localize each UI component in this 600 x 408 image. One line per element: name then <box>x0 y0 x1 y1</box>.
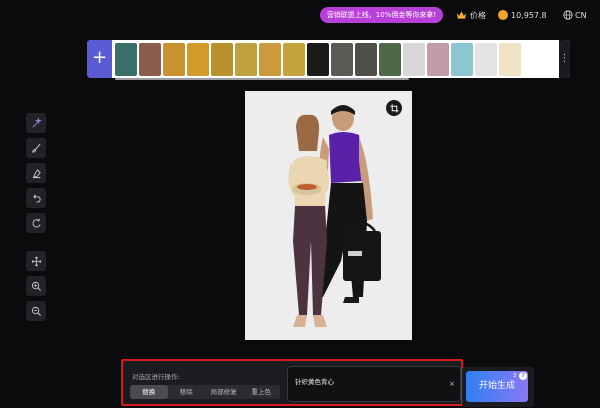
canvas-image[interactable] <box>245 91 412 340</box>
bowl-thumb-1[interactable] <box>451 43 473 76</box>
language-selector[interactable]: CN <box>563 8 587 22</box>
pricing-label: 价格 <box>470 10 486 20</box>
models-photo <box>245 91 412 340</box>
wheat-field-thumb-5[interactable] <box>259 43 281 76</box>
clothing-thumb-1[interactable] <box>331 43 353 76</box>
prompt-input[interactable]: 针织黄色背心 × <box>287 366 461 402</box>
clothing-thumb-2[interactable] <box>355 43 377 76</box>
coin-balance-value: 10,957.8 <box>511 10 547 20</box>
add-image-button[interactable]: + <box>87 40 112 78</box>
clear-icon[interactable]: × <box>449 380 455 388</box>
undo-icon[interactable] <box>26 188 46 208</box>
clothing-thumb-3[interactable] <box>379 43 401 76</box>
prompt-value: 针织黄色背心 <box>295 378 334 386</box>
eraser-icon[interactable] <box>26 163 46 183</box>
tool-group-edit <box>26 113 46 238</box>
tab-replace[interactable]: 替换 <box>130 385 168 399</box>
brush-icon[interactable] <box>26 138 46 158</box>
wheat-field-thumb-1[interactable] <box>163 43 185 76</box>
bowl-thumb-2[interactable] <box>475 43 497 76</box>
clothing-thumb-4[interactable] <box>403 43 425 76</box>
coin-icon <box>498 10 508 20</box>
globe-icon <box>563 10 573 20</box>
crown-icon <box>456 11 467 19</box>
language-label: CN <box>575 10 587 20</box>
clothing-thumb-5[interactable] <box>427 43 449 76</box>
wheat-field-thumb-2[interactable] <box>187 43 209 76</box>
help-icon[interactable]: ? <box>519 372 527 380</box>
woman-standing-thumb[interactable] <box>139 43 161 76</box>
image-strip: + ⋮ <box>87 40 570 78</box>
zoom-in-icon[interactable] <box>26 276 46 296</box>
tab-local-repair[interactable]: 局部修复 <box>205 385 243 399</box>
tab-recolor[interactable]: 重上色 <box>243 385 281 399</box>
plus-icon: + <box>91 47 108 68</box>
magic-select-icon[interactable] <box>26 113 46 133</box>
thumbnail-list <box>115 43 521 76</box>
wheat-field-thumb-4[interactable] <box>235 43 257 76</box>
bowl-thumb-3[interactable] <box>499 43 521 76</box>
strip-scrollbar[interactable] <box>115 78 409 80</box>
wheat-field-thumb-3[interactable] <box>211 43 233 76</box>
wheat-field-thumb-6[interactable] <box>283 43 305 76</box>
calligraphy-thumb[interactable] <box>307 43 329 76</box>
crop-button[interactable] <box>386 100 402 116</box>
redo-icon[interactable] <box>26 213 46 233</box>
more-vertical-icon[interactable]: ⋮ <box>559 40 570 78</box>
operation-label: 对选区进行操作: <box>132 373 180 381</box>
operation-tabs: 替换 移除 局部修复 重上色 <box>130 385 280 399</box>
operation-panel: 对选区进行操作: 替换 移除 局部修复 重上色 针织黄色背心 × <box>121 359 463 406</box>
pricing-link[interactable]: 价格 <box>456 8 486 22</box>
promo-banner[interactable]: 营销联盟上线，10%佣金等你来拿! <box>320 7 443 23</box>
generate-count: 3 <box>513 373 517 379</box>
move-icon[interactable] <box>26 251 46 271</box>
crop-icon <box>389 103 399 113</box>
top-bar: 营销联盟上线，10%佣金等你来拿! 价格 10,957.8 CN <box>0 0 600 30</box>
zoom-out-icon[interactable] <box>26 301 46 321</box>
tab-remove[interactable]: 移除 <box>168 385 206 399</box>
woman-portrait-thumb[interactable] <box>115 43 137 76</box>
coin-balance[interactable]: 10,957.8 <box>498 8 547 22</box>
tool-group-view <box>26 251 46 326</box>
